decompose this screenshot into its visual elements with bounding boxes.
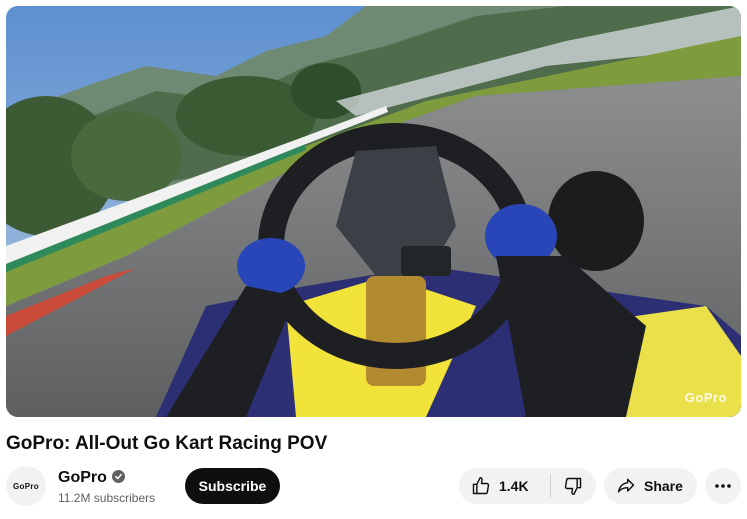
channel-name-link[interactable]: GoPro	[58, 469, 125, 487]
like-count: 1.4K	[499, 478, 529, 494]
channel-name: GoPro	[58, 469, 107, 486]
more-actions-button[interactable]	[705, 468, 741, 504]
verified-check-icon	[111, 470, 125, 483]
subscriber-count: 11.2M subscribers	[58, 491, 156, 505]
gopro-watermark: GoPro	[684, 390, 727, 405]
channel-avatar[interactable]: GoPro	[6, 466, 46, 506]
share-button[interactable]: Share	[604, 468, 697, 504]
like-dislike-group: 1.4K	[459, 468, 596, 504]
dislike-button[interactable]	[550, 468, 596, 504]
thumbs-down-icon	[563, 476, 583, 496]
video-title: GoPro: All-Out Go Kart Racing POV	[6, 433, 328, 454]
video-frame	[6, 6, 741, 417]
share-arrow-icon	[616, 476, 636, 496]
subscribe-button[interactable]: Subscribe	[185, 468, 280, 504]
avatar-logo: GoPro	[13, 481, 39, 491]
video-actions-row: GoPro GoPro 11.2M subscribers Subscribe …	[0, 466, 747, 508]
share-label: Share	[644, 478, 683, 494]
like-button[interactable]: 1.4K	[459, 468, 538, 504]
more-horizontal-icon	[714, 483, 732, 489]
thumbs-up-icon	[471, 476, 491, 496]
video-player[interactable]: GoPro	[6, 6, 741, 417]
